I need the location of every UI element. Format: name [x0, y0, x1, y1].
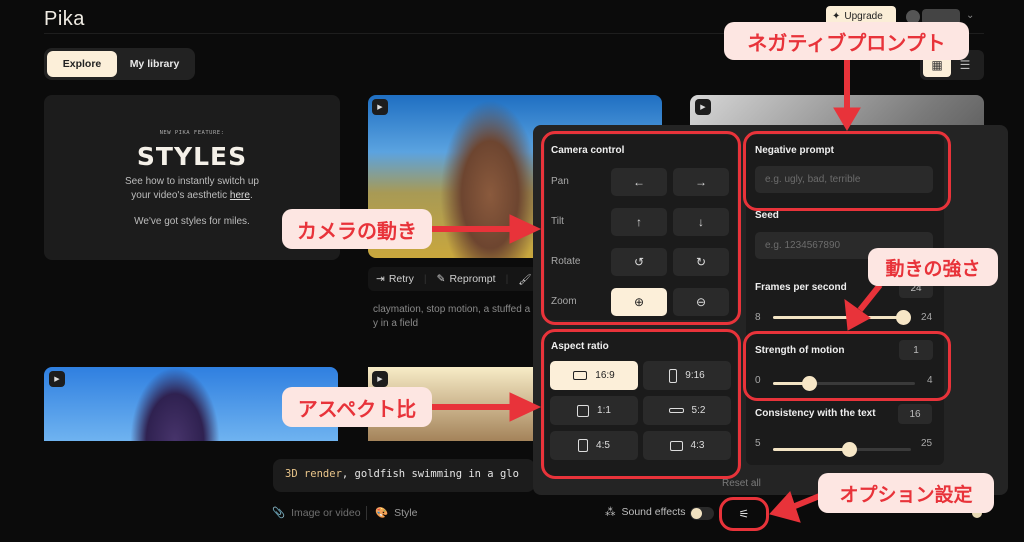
annotation-aspect: アスペクト比 [282, 387, 432, 427]
annotation-motion: 動きの強さ [868, 248, 998, 286]
annotation-negative-prompt: ネガティブプロンプト [724, 22, 969, 60]
annotation-camera: カメラの動き [282, 209, 432, 249]
annotation-options: オプション設定 [818, 473, 994, 513]
arrow-head [509, 214, 542, 244]
arrow-head [509, 392, 542, 422]
arrow-head [769, 491, 801, 523]
arrow-line [857, 283, 883, 312]
arrow-head [833, 107, 861, 131]
